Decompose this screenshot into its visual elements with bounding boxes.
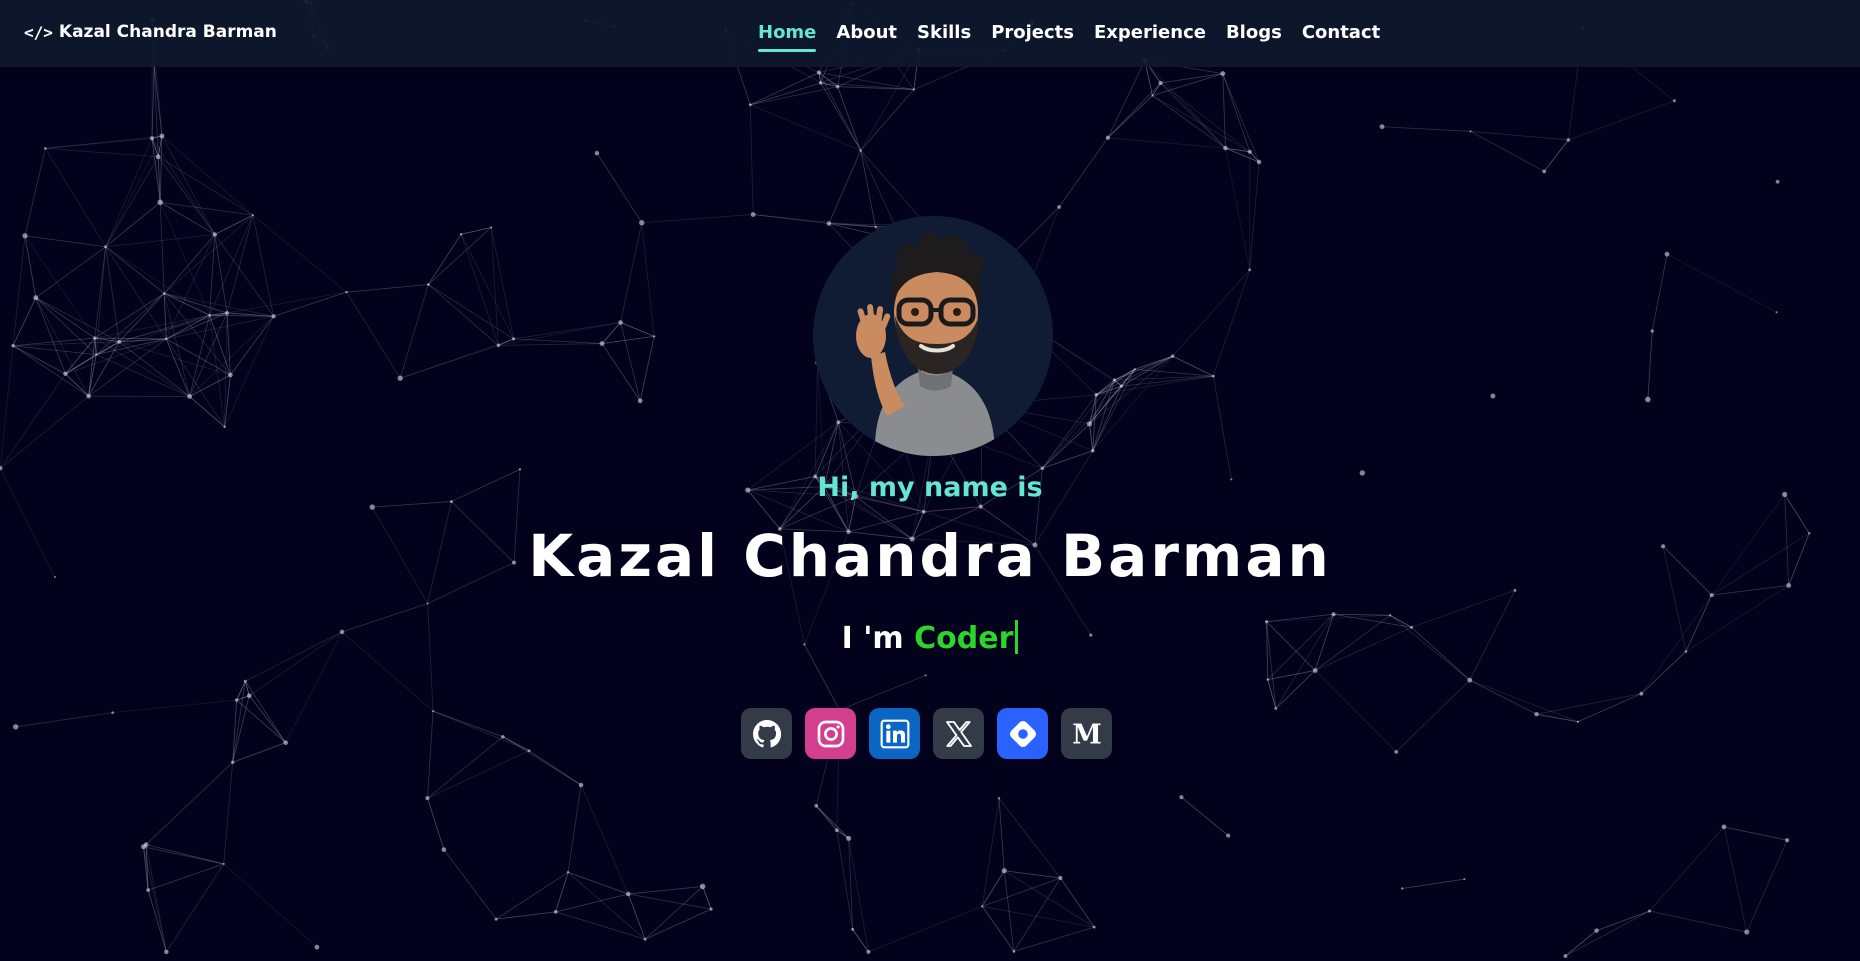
nav-link-home[interactable]: Home <box>758 22 817 52</box>
svg-text:M: M <box>1072 719 1102 750</box>
avatar <box>813 216 1053 456</box>
linkedin-link[interactable] <box>869 708 920 759</box>
nav-link-about[interactable]: About <box>836 22 897 49</box>
medium-icon: M <box>1072 719 1102 750</box>
brand-logo-link[interactable]: </> Kazal Chandra Barman <box>24 22 277 42</box>
hashnode-icon <box>1009 720 1036 747</box>
memoji-avatar-icon <box>813 216 1053 456</box>
nav-link-experience[interactable]: Experience <box>1094 22 1206 49</box>
typing-cursor <box>1015 620 1019 654</box>
nav-link-skills[interactable]: Skills <box>917 22 971 49</box>
hashnode-link[interactable] <box>997 708 1048 759</box>
nav-menu: Home About Skills Projects Experience Bl… <box>758 22 1380 52</box>
navbar: </> Kazal Chandra Barman Home About Skil… <box>0 0 1860 67</box>
nav-link-contact[interactable]: Contact <box>1302 22 1380 49</box>
medium-link[interactable]: M <box>1061 708 1112 759</box>
social-links: M <box>741 708 1112 759</box>
nav-link-projects[interactable]: Projects <box>991 22 1074 49</box>
instagram-icon <box>817 720 844 747</box>
hero-greeting: Hi, my name is <box>817 472 1043 503</box>
github-link[interactable] <box>741 708 792 759</box>
typing-prefix: I 'm <box>841 621 915 656</box>
brand-name: Kazal Chandra Barman <box>58 22 277 42</box>
github-icon <box>752 719 781 747</box>
hero-name: Kazal Chandra Barman <box>528 522 1332 590</box>
hero-section: Hi, my name is Kazal Chandra Barman I 'm… <box>0 0 1860 961</box>
x-link[interactable] <box>933 708 984 759</box>
typing-word: Coder <box>914 621 1014 656</box>
x-icon <box>945 720 972 747</box>
code-brackets-icon: </> <box>24 22 53 42</box>
linkedin-icon <box>880 719 909 748</box>
typing-text: I 'm Coder <box>0 620 1860 656</box>
nav-link-blogs[interactable]: Blogs <box>1226 22 1282 49</box>
instagram-link[interactable] <box>805 708 856 759</box>
